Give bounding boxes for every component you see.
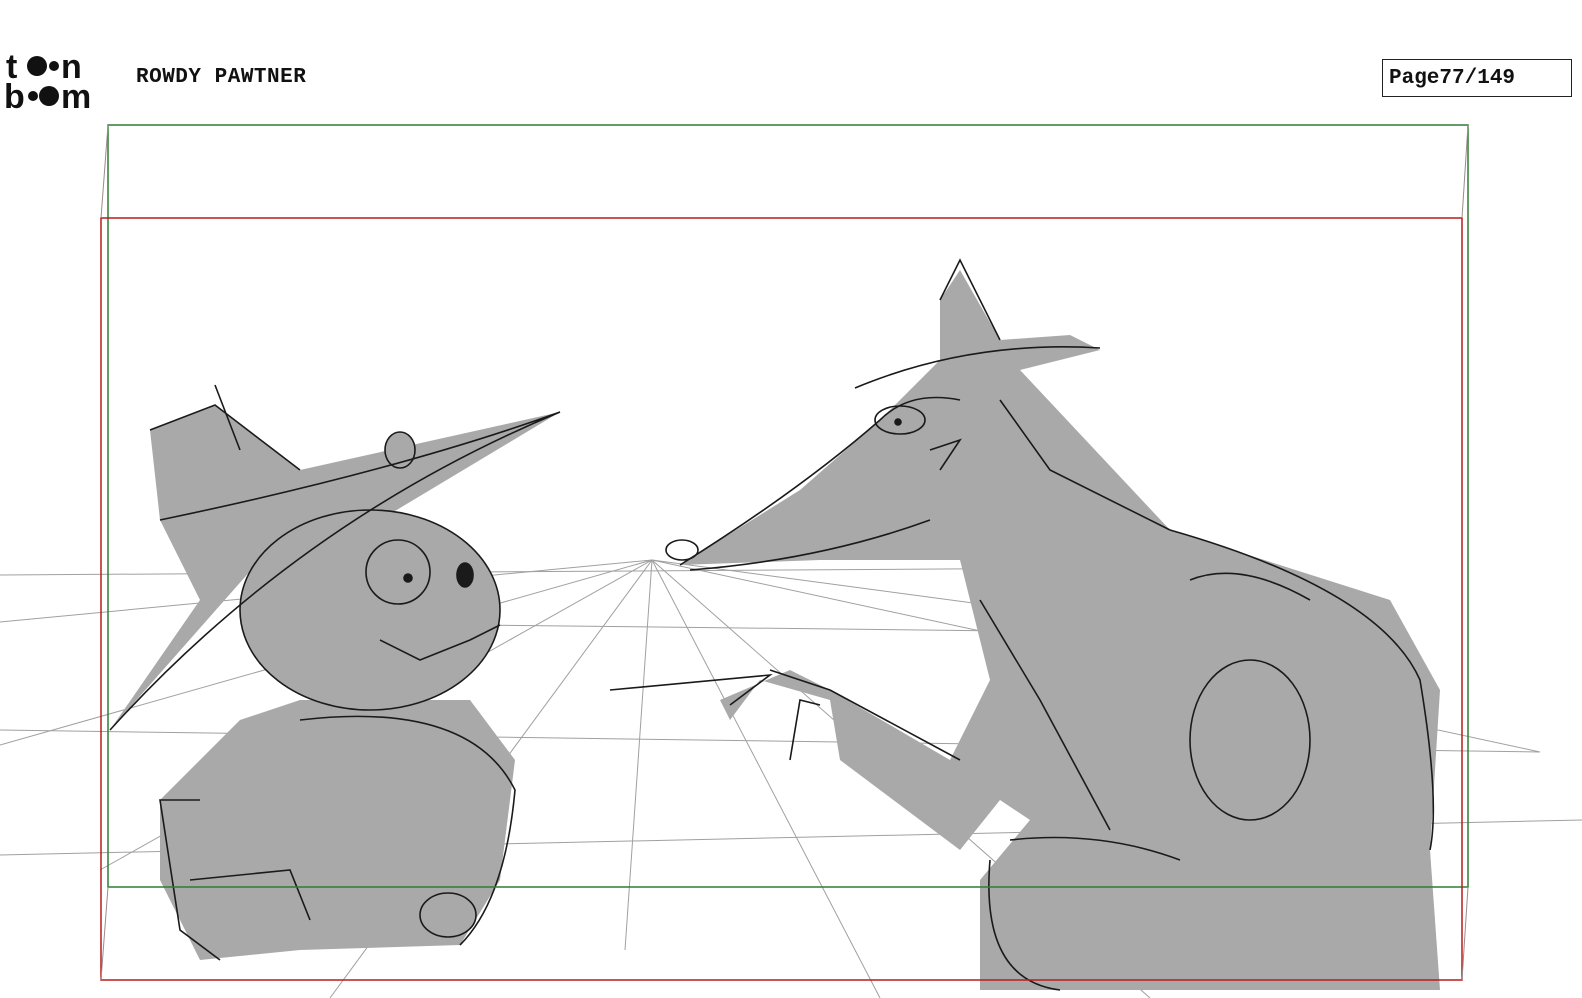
storyboard-panel <box>0 124 1582 998</box>
left-character-sketch <box>109 384 561 961</box>
right-character-sketch <box>609 258 1440 991</box>
